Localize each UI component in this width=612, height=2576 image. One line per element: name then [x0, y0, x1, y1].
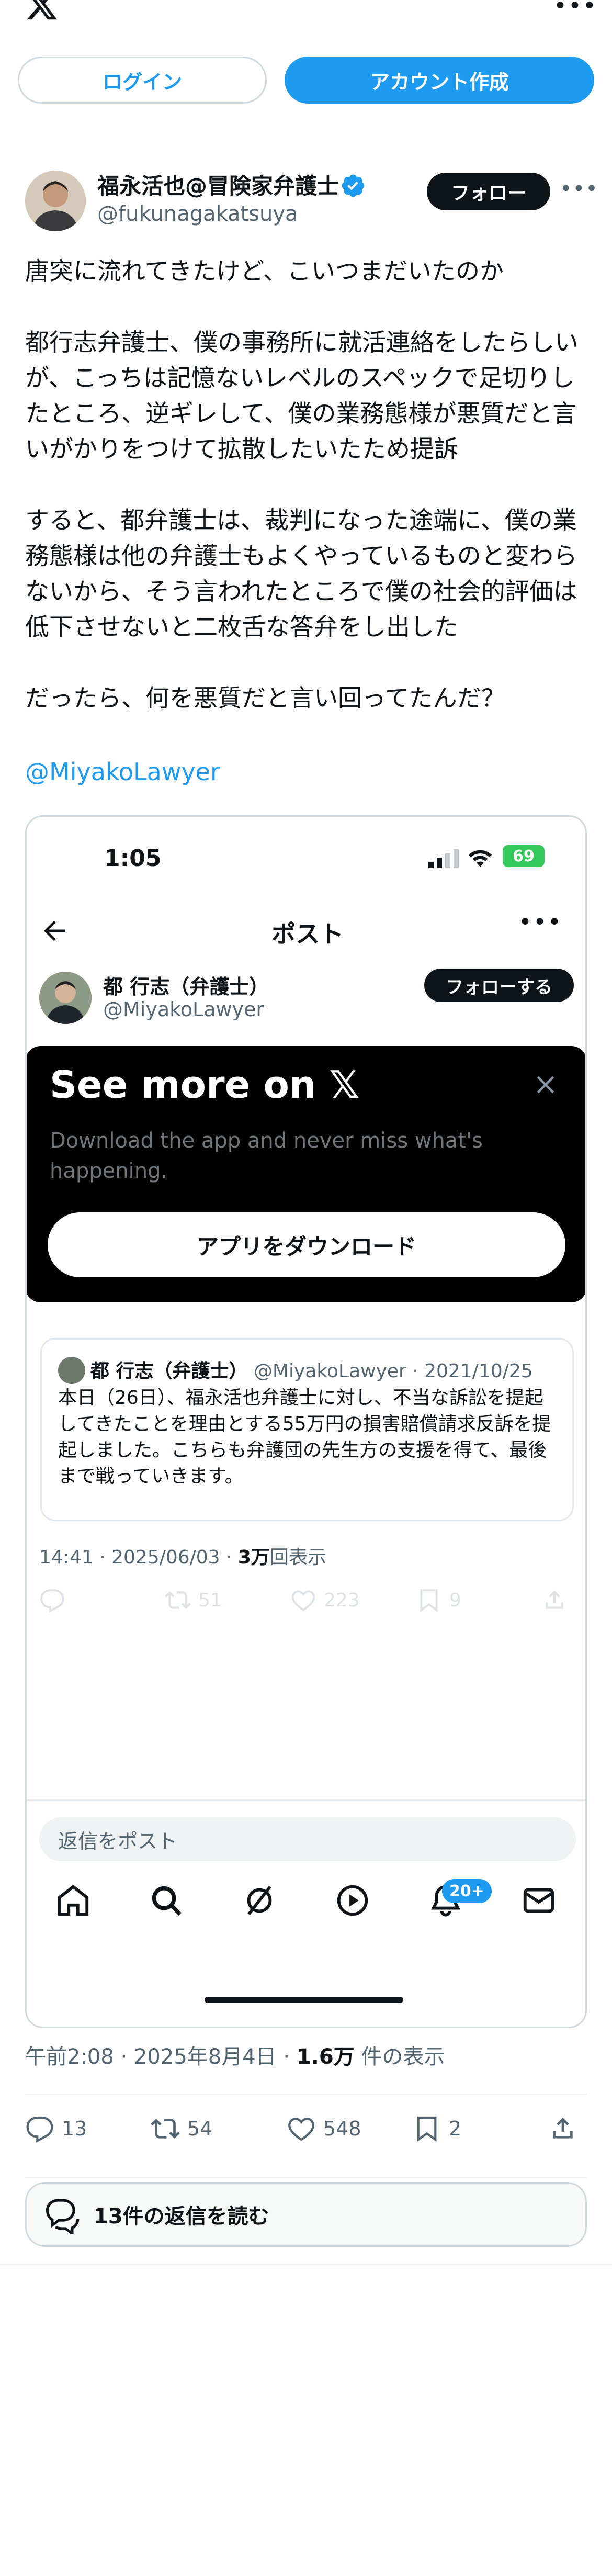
- home-icon: [58, 1885, 89, 1916]
- post-body: 唐突に流れてきたけど、こいつまだいたのか 都行志弁護士、僕の事務所に就活連絡をし…: [25, 257, 579, 712]
- search-icon: [152, 1886, 182, 1916]
- repost-icon: 51: [165, 1587, 222, 1613]
- quoted-meta: @MiyakoLawyer · 2021/10/25: [247, 1360, 533, 1382]
- video-icon: [337, 1885, 368, 1916]
- reply-count: 13: [62, 2117, 87, 2140]
- author-avatar[interactable]: [25, 171, 86, 231]
- verified-badge-icon: [342, 174, 365, 197]
- embed-more-icon: •••: [518, 909, 562, 936]
- share-icon: [553, 2118, 573, 2139]
- embed-page-title: ポスト: [271, 920, 344, 948]
- bookmark-button[interactable]: 2: [412, 2114, 461, 2143]
- divider: [0, 2264, 612, 2265]
- mention-link[interactable]: @MiyakoLawyer: [25, 758, 220, 786]
- read-replies-button[interactable]: 13件の返信を読む: [25, 2182, 587, 2247]
- repost-count: 54: [187, 2117, 213, 2140]
- author-name[interactable]: 福永活也@冒険家弁護士: [97, 168, 339, 200]
- embed-author-name: 都 行志（弁護士）: [103, 975, 269, 998]
- share-icon: [541, 1587, 568, 1613]
- repost-button[interactable]: 54: [151, 2114, 212, 2143]
- post-timestamp[interactable]: 午前2:08 · 2025年8月4日 · 1.6万 件の表示: [25, 2040, 445, 2070]
- attached-screenshot[interactable]: 1:05 69 ポスト ••• 都 行志（弁護士） @MiyakoLawyer …: [25, 815, 587, 2028]
- post-more-icon[interactable]: •••: [560, 177, 598, 201]
- author-handle[interactable]: @fukunagakatsuya: [97, 202, 298, 226]
- follow-button[interactable]: フォロー: [427, 173, 550, 210]
- read-replies-label: 13件の返信を読む: [94, 2204, 269, 2229]
- status-time: 1:05: [104, 845, 162, 872]
- quoted-name: 都 行志（弁護士）: [90, 1360, 248, 1382]
- divider: [25, 2177, 587, 2178]
- like-icon: [288, 2118, 314, 2141]
- grok-icon: [247, 1885, 272, 1916]
- promo-subtitle: Download the app and never miss what's h…: [50, 1129, 483, 1183]
- divider: [27, 1799, 585, 1801]
- reply-button[interactable]: 13: [25, 2114, 87, 2143]
- embed-follow-button: フォローする: [424, 969, 574, 1002]
- x-logo-icon[interactable]: [25, 0, 59, 22]
- quoted-avatar: [58, 1357, 85, 1384]
- wifi-icon: [468, 850, 492, 867]
- battery-indicator: 69: [503, 845, 545, 867]
- signup-button[interactable]: アカウント作成: [285, 57, 594, 104]
- signal-icon: [428, 849, 459, 868]
- embed-timestamp: 14:41 · 2025/06/03 · 3万回表示: [39, 1547, 326, 1568]
- bottom-tab-bar: [27, 1882, 585, 1934]
- divider: [25, 2094, 587, 2095]
- like-count: 548: [323, 2117, 361, 2140]
- reply-input: 返信をポスト: [39, 1817, 576, 1861]
- more-options-icon[interactable]: •••: [553, 0, 597, 19]
- bookmark-icon: [417, 2116, 437, 2142]
- embed-author-handle: @MiyakoLawyer: [103, 998, 265, 1021]
- post-action-bar: 13 54 548 2: [25, 2114, 587, 2156]
- login-button[interactable]: ログイン: [18, 57, 267, 104]
- notification-badge: 20+: [442, 1879, 492, 1903]
- promo-title: See more on 𝕏: [50, 1063, 360, 1107]
- quoted-text: 本日（26日）、福永活也弁護士に対し、不当な訴訟を提起してきたことを理由とする5…: [58, 1387, 551, 1487]
- like-icon: 223: [290, 1587, 360, 1613]
- home-indicator: [205, 1997, 403, 2003]
- repost-icon: [151, 2119, 180, 2139]
- quoted-header: 都 行志（弁護士） @MiyakoLawyer · 2021/10/25: [90, 1356, 533, 1383]
- like-button[interactable]: 548: [287, 2114, 361, 2143]
- embed-author-avatar: [39, 972, 92, 1024]
- embed-action-bar: 51 223 9: [39, 1587, 578, 1618]
- share-button[interactable]: [548, 2114, 577, 2143]
- bookmark-count: 2: [449, 2117, 462, 2140]
- reply-icon: [39, 1587, 65, 1613]
- bookmark-icon: 9: [416, 1587, 461, 1613]
- replies-icon: [46, 2199, 80, 2234]
- download-app-button: アプリをダウンロード: [48, 1212, 565, 1277]
- reply-icon: [26, 2116, 53, 2143]
- messages-icon: [523, 1888, 554, 1913]
- close-icon: [537, 1076, 554, 1094]
